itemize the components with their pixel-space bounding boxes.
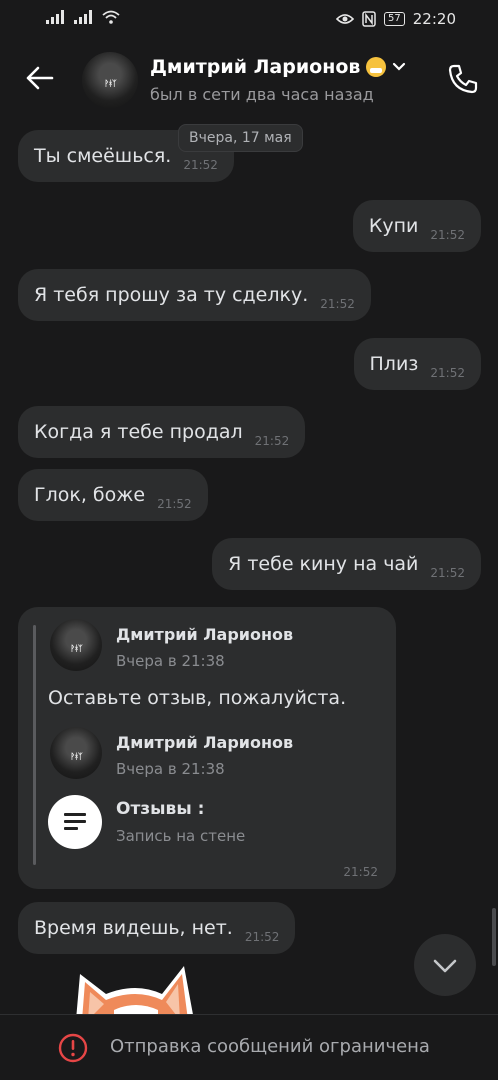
message-time: 21:52	[343, 865, 378, 879]
message-time: 21:52	[430, 228, 465, 242]
nfc-icon	[362, 11, 376, 27]
avatar[interactable]: ᚹᚼᛉ	[50, 727, 102, 779]
message-time: 21:52	[244, 930, 280, 944]
forward-time: Вчера в 21:38	[116, 652, 225, 670]
clock: 22:20	[412, 10, 456, 28]
message-time: 21:52	[254, 434, 290, 448]
signal-icon	[46, 10, 64, 24]
attachment-subtitle: Запись на стене	[116, 827, 246, 845]
scroll-down-button[interactable]	[414, 934, 476, 996]
message-text: Купи	[368, 215, 419, 237]
scrollbar[interactable]	[492, 908, 496, 966]
message-text: Когда я тебе продал	[34, 421, 243, 443]
eye-icon	[336, 14, 355, 24]
message-text: Плиз	[369, 353, 419, 375]
wifi-icon	[102, 10, 120, 24]
back-arrow-icon[interactable]	[22, 60, 58, 96]
message-time: 21:52	[183, 158, 218, 172]
chevron-down-icon	[433, 959, 457, 973]
message-text: Я тебе кину на чай	[228, 553, 419, 575]
message-text: Я тебя прошу за ту сделку.	[34, 284, 309, 306]
message-time: 21:52	[430, 366, 465, 380]
message-bubble[interactable]: Когда я тебе продал 21:52	[18, 406, 306, 458]
battery-icon: 57	[384, 12, 405, 26]
signal-icon	[74, 10, 92, 24]
phone-icon[interactable]	[446, 62, 480, 96]
message-time: 21:52	[430, 566, 465, 580]
document-icon[interactable]	[48, 795, 102, 849]
forward-text: Оставьте отзыв, пожалуйста.	[48, 687, 347, 709]
message-bubble[interactable]: Глок, боже 21:52	[18, 469, 208, 521]
message-text: Глок, боже	[34, 484, 146, 506]
inner-author[interactable]: Дмитрий Ларионов	[116, 733, 293, 752]
cat-sticker[interactable]	[66, 960, 206, 1020]
message-text: Время видешь, нет.	[34, 917, 233, 939]
message-text: Ты смеёшься.	[34, 145, 172, 167]
mask-emoji-icon	[366, 57, 387, 77]
chevron-down-icon[interactable]	[392, 62, 406, 72]
forwarded-message[interactable]: ᚹᚼᛉ Дмитрий Ларионов Вчера в 21:38 Остав…	[18, 607, 396, 889]
contact-name[interactable]: Дмитрий Ларионов	[150, 56, 406, 78]
composer-disabled-bar: Отправка сообщений ограничена	[0, 1014, 498, 1080]
avatar[interactable]: ᚹᚼᛉ	[50, 619, 102, 671]
warning-icon	[58, 1033, 88, 1063]
message-time: 21:52	[320, 297, 355, 311]
chat-header: ᚹᚼᛉ Дмитрий Ларионов был в сети два часа…	[0, 40, 498, 120]
message-time: 21:52	[157, 497, 192, 511]
forward-bar	[33, 625, 36, 865]
message-bubble[interactable]: Я тебя прошу за ту сделку. 21:52	[18, 269, 371, 321]
forward-author[interactable]: Дмитрий Ларионов	[116, 625, 293, 644]
status-bar: 57 22:20	[0, 0, 498, 40]
message-bubble[interactable]: Купи 21:52	[352, 200, 481, 252]
contact-status: был в сети два часа назад	[150, 85, 374, 104]
message-bubble[interactable]: Плиз 21:52	[353, 338, 481, 390]
attachment-title[interactable]: Отзывы :	[116, 799, 204, 819]
message-bubble[interactable]: Я тебе кину на чай 21:52	[212, 538, 481, 590]
restriction-notice: Отправка сообщений ограничена	[110, 1036, 430, 1057]
inner-time: Вчера в 21:38	[116, 760, 225, 778]
date-separator: Вчера, 17 мая	[178, 124, 303, 152]
message-bubble[interactable]: Время видешь, нет. 21:52	[18, 902, 296, 954]
contact-name-label: Дмитрий Ларионов	[150, 56, 361, 78]
avatar[interactable]: ᚹᚼᛉ	[82, 52, 138, 108]
